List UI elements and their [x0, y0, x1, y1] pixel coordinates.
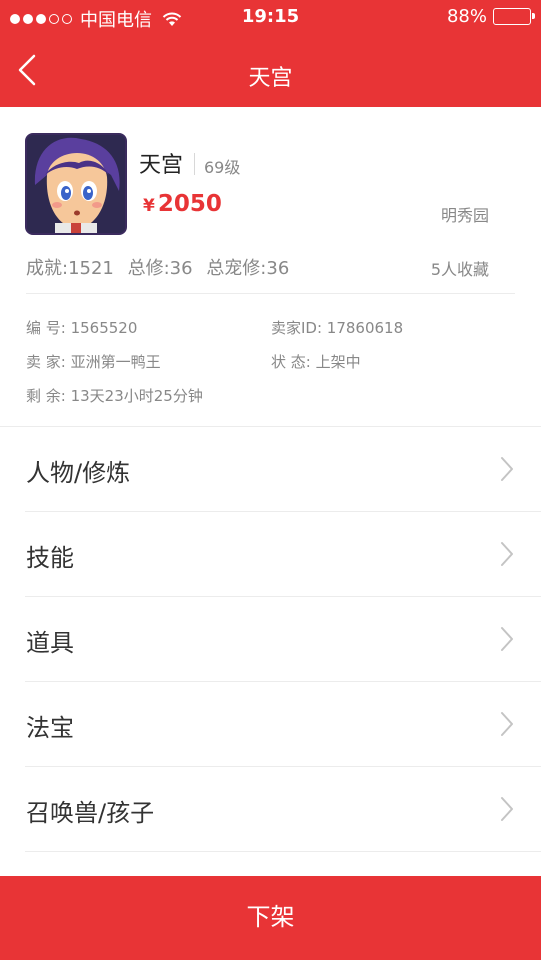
info-seller: 卖 家: 亚洲第一鸭王: [26, 353, 161, 371]
menu-item-skills[interactable]: 技能: [0, 512, 541, 597]
menu-item-character-cultivation[interactable]: 人物/修炼: [0, 427, 541, 512]
chevron-right-icon: [501, 797, 513, 821]
menu-item-label: 道具: [26, 629, 74, 657]
price: ¥2050: [143, 191, 222, 217]
character-profile: 天宫 69级 ¥2050 明秀园 成就:1521 总修:36 总宠修:36 5人…: [0, 107, 541, 427]
info-serial: 编 号: 1565520: [26, 319, 138, 337]
page-title: 天宫: [248, 66, 293, 91]
status-right: 88%: [446, 6, 535, 27]
avatar-illustration: [27, 135, 125, 233]
name-divider: [194, 153, 195, 175]
character-avatar: [25, 133, 127, 235]
menu-item-label: 法宝: [26, 714, 74, 742]
info-remaining: 剩 余: 13天23小时25分钟: [26, 387, 203, 405]
chevron-right-icon: [501, 457, 513, 481]
stat-total-cultivation: 总修:36: [127, 258, 193, 279]
battery-icon: [493, 8, 535, 25]
stat-achievement: 成就:1521: [26, 258, 114, 279]
server-name: 明秀园: [440, 206, 489, 225]
top-bar: 中国电信 19:15 88% 天宫: [0, 0, 541, 107]
menu-item-label: 召唤兽/孩子: [26, 799, 155, 827]
menu-item-items[interactable]: 道具: [0, 597, 541, 682]
character-level: 69级: [204, 158, 241, 177]
currency-symbol: ¥: [143, 196, 155, 216]
menu-item-pets-children[interactable]: 召唤兽/孩子: [0, 767, 541, 852]
delist-button[interactable]: 下架: [0, 876, 541, 960]
battery-percent: 88%: [446, 6, 487, 27]
info-seller-id: 卖家ID: 17860618: [271, 319, 404, 337]
divider: [26, 293, 515, 294]
favorites-count: 5人收藏: [430, 260, 489, 279]
chevron-right-icon: [501, 542, 513, 566]
row-divider: [25, 851, 541, 852]
character-name: 天宫: [139, 153, 184, 178]
chevron-right-icon: [501, 627, 513, 651]
menu-item-treasures[interactable]: 法宝: [0, 682, 541, 767]
stat-pet-cultivation: 总宠修:36: [206, 258, 290, 279]
character-stats: 成就:1521 总修:36 总宠修:36: [26, 254, 297, 280]
price-value: 2050: [157, 191, 222, 217]
info-state: 状 态: 上架中: [271, 353, 361, 371]
menu-item-label: 技能: [26, 544, 74, 572]
chevron-right-icon: [501, 712, 513, 736]
menu-item-label: 人物/修炼: [26, 459, 131, 487]
status-bar: 中国电信 19:15 88%: [0, 0, 541, 36]
